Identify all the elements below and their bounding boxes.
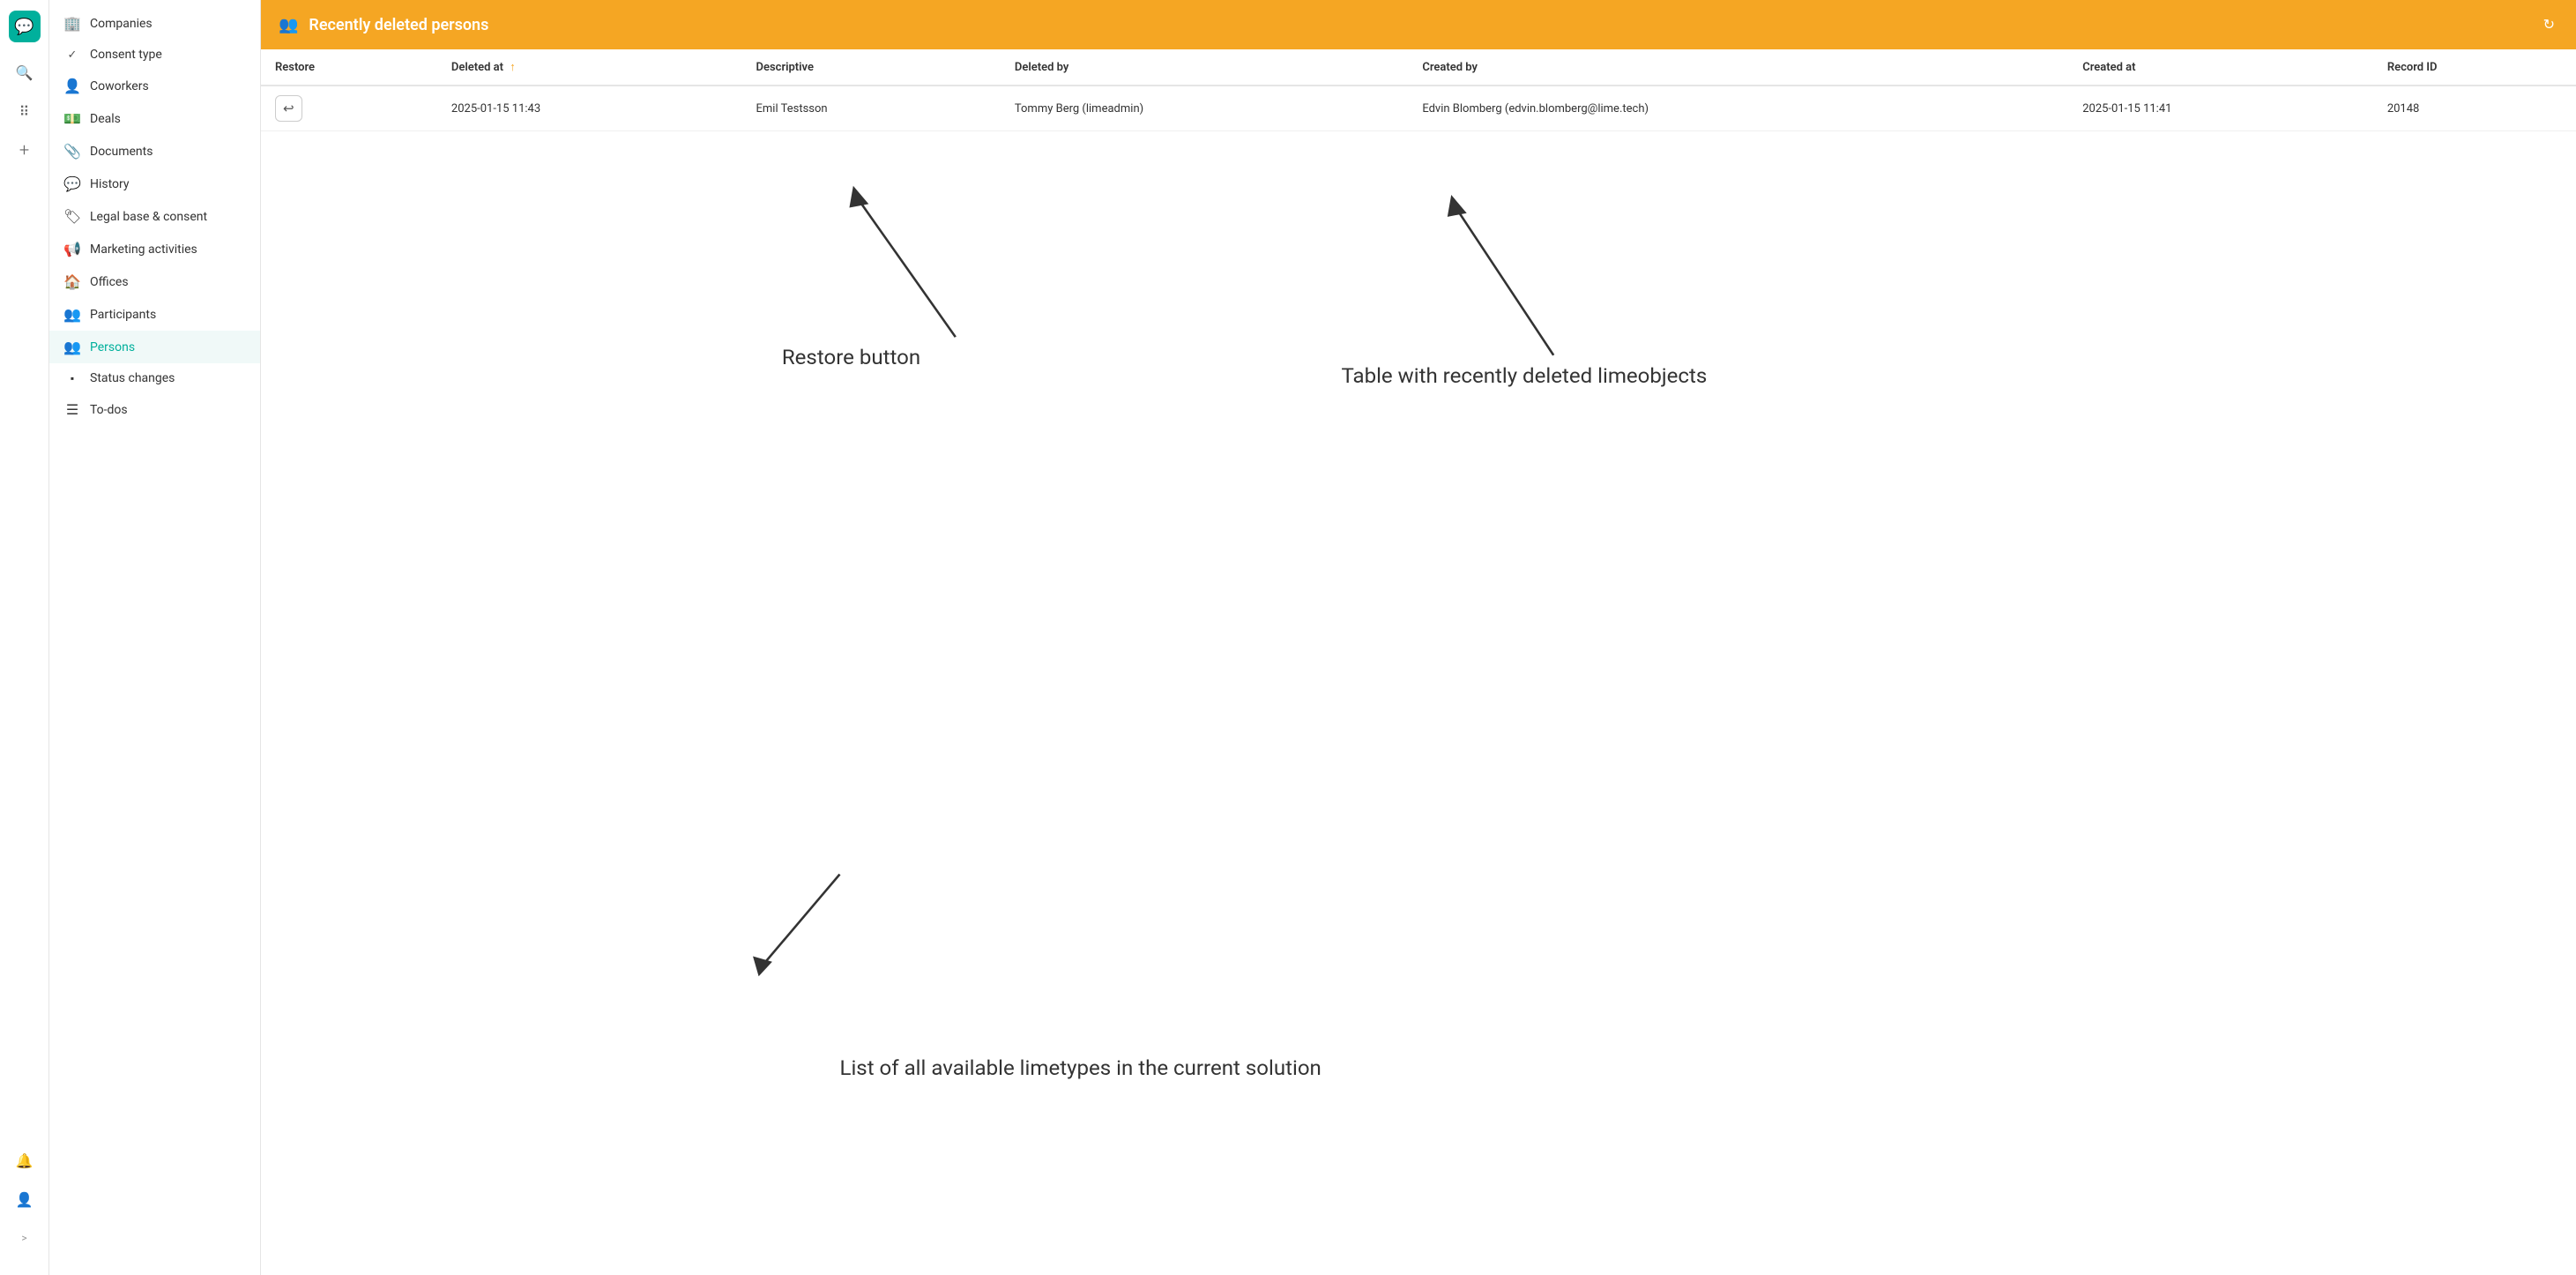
sidebar-label-legal: Legal base & consent	[90, 210, 246, 224]
annotation-overlay: Restore button Table with recently delet…	[261, 49, 2576, 1275]
deleted-persons-table: Restore Deleted at ↑ Descriptive Deleted…	[261, 49, 2576, 131]
restore-button[interactable]: ↩	[275, 95, 302, 122]
marketing-icon: 📢	[63, 241, 81, 257]
content-wrapper: 👥 Recently deleted persons ↻ Restore Del…	[261, 0, 2576, 1275]
todos-icon: ☰	[63, 401, 81, 418]
sort-icon-deleted-at: ↑	[510, 60, 516, 74]
refresh-button[interactable]: ↻	[2540, 12, 2558, 37]
sidebar-label-coworkers: Coworkers	[90, 79, 246, 93]
sidebar-item-offices[interactable]: 🏠 Offices	[49, 265, 260, 298]
profile-icon[interactable]: 👤	[9, 1183, 41, 1215]
bell-icon[interactable]: 🔔	[9, 1145, 41, 1176]
collapse-icon[interactable]: >	[9, 1222, 41, 1254]
status-icon: ▪	[63, 372, 81, 384]
sidebar-item-coworkers[interactable]: 👤 Coworkers	[49, 70, 260, 102]
search-icon[interactable]: 🔍	[9, 56, 41, 88]
table-area: Restore Deleted at ↑ Descriptive Deleted…	[261, 49, 2576, 1275]
col-created-by[interactable]: Created by	[1408, 49, 2068, 86]
cell-created-at: 2025-01-15 11:41	[2068, 86, 2373, 131]
grid-icon[interactable]: ⠿	[9, 95, 41, 127]
consent-icon: ✓	[63, 48, 81, 62]
col-record-id[interactable]: Record ID	[2373, 49, 2576, 86]
history-icon: 💬	[63, 175, 81, 192]
sidebar-item-status-changes[interactable]: ▪ Status changes	[49, 363, 260, 393]
col-descriptive[interactable]: Descriptive	[742, 49, 1001, 86]
sidebar-item-persons[interactable]: 👥 Persons	[49, 331, 260, 363]
cell-created-by: Edvin Blomberg (edvin.blomberg@lime.tech…	[1408, 86, 2068, 131]
sidebar-label-offices: Offices	[90, 275, 246, 289]
page-title: Recently deleted persons	[309, 16, 2528, 34]
col-deleted-by[interactable]: Deleted by	[1001, 49, 1408, 86]
sidebar-label-documents: Documents	[90, 145, 246, 159]
cell-descriptive: Emil Testsson	[742, 86, 1001, 131]
table-header-row: Restore Deleted at ↑ Descriptive Deleted…	[261, 49, 2576, 86]
svg-text:Table with recently deleted li: Table with recently deleted limeobjects	[1341, 363, 1707, 387]
sidebar-item-consent-type[interactable]: ✓ Consent type	[49, 40, 260, 70]
svg-text:List of all available limetype: List of all available limetypes in the c…	[840, 1055, 1322, 1079]
col-restore[interactable]: Restore	[261, 49, 437, 86]
header-persons-icon: 👥	[279, 16, 298, 34]
header-bar: 👥 Recently deleted persons ↻	[261, 0, 2576, 49]
sidebar-label-persons: Persons	[90, 340, 246, 354]
deals-icon: 💵	[63, 110, 81, 127]
sidebar: 🏢 Companies ✓ Consent type 👤 Coworkers 💵…	[49, 0, 261, 1275]
sidebar-label-companies: Companies	[90, 17, 246, 31]
sidebar-item-marketing[interactable]: 📢 Marketing activities	[49, 233, 260, 265]
legal-icon: 🏷	[63, 208, 81, 225]
sidebar-item-participants[interactable]: 👥 Participants	[49, 298, 260, 331]
sidebar-list: 🏢 Companies ✓ Consent type 👤 Coworkers 💵…	[49, 0, 260, 1275]
sidebar-item-deals[interactable]: 💵 Deals	[49, 102, 260, 135]
coworkers-icon: 👤	[63, 78, 81, 94]
cell-restore: ↩	[261, 86, 437, 131]
cell-record-id: 20148	[2373, 86, 2576, 131]
table-row: ↩ 2025-01-15 11:43 Emil Testsson Tommy B…	[261, 86, 2576, 131]
col-created-at[interactable]: Created at	[2068, 49, 2373, 86]
add-icon[interactable]: +	[9, 134, 41, 166]
icon-rail: 💬 🔍 ⠿ + 🔔 👤 >	[0, 0, 49, 1275]
participants-icon: 👥	[63, 306, 81, 323]
sidebar-item-legal[interactable]: 🏷 Legal base & consent	[49, 200, 260, 233]
sidebar-item-history[interactable]: 💬 History	[49, 168, 260, 200]
companies-icon: 🏢	[63, 15, 81, 32]
sidebar-item-todos[interactable]: ☰ To-dos	[49, 393, 260, 426]
sidebar-label-marketing: Marketing activities	[90, 242, 246, 257]
sidebar-label-status: Status changes	[90, 371, 246, 385]
col-deleted-at[interactable]: Deleted at ↑	[437, 49, 742, 86]
cell-deleted-at: 2025-01-15 11:43	[437, 86, 742, 131]
sidebar-label-history: History	[90, 177, 246, 191]
app-logo: 💬	[9, 11, 41, 42]
persons-icon: 👥	[63, 339, 81, 355]
svg-text:Restore button: Restore button	[782, 346, 920, 369]
documents-icon: 📎	[63, 143, 81, 160]
sidebar-item-documents[interactable]: 📎 Documents	[49, 135, 260, 168]
sidebar-label-todos: To-dos	[90, 403, 246, 417]
offices-icon: 🏠	[63, 273, 81, 290]
sidebar-label-participants: Participants	[90, 308, 246, 322]
cell-deleted-by: Tommy Berg (limeadmin)	[1001, 86, 1408, 131]
sidebar-label-consent: Consent type	[90, 48, 246, 62]
sidebar-label-deals: Deals	[90, 112, 246, 126]
sidebar-item-companies[interactable]: 🏢 Companies	[49, 7, 260, 40]
